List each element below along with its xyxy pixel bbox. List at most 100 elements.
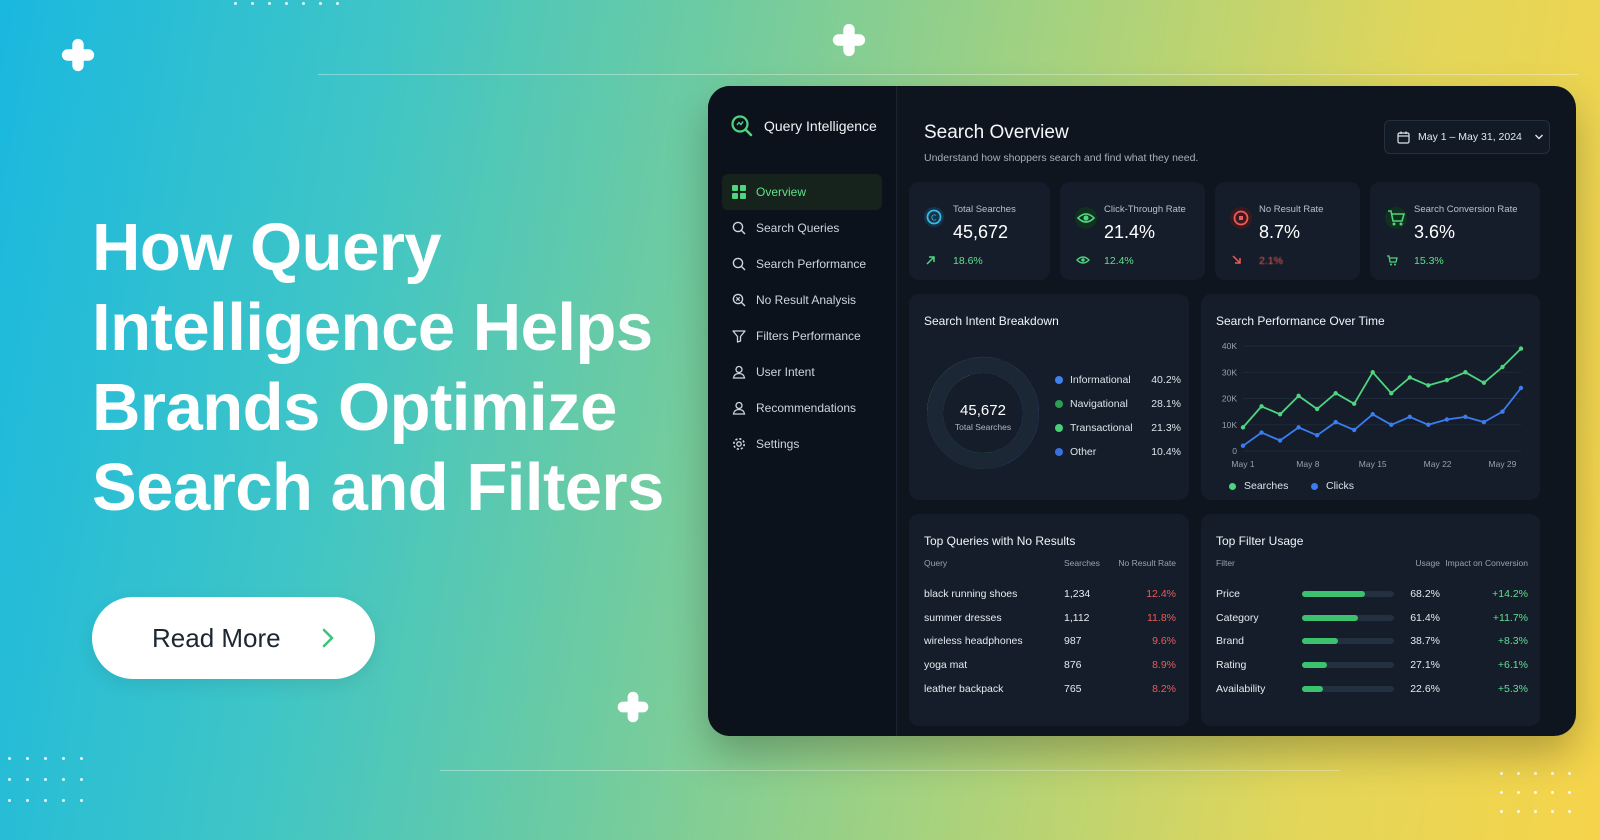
- kpi-card-total-searches[interactable]: C Total Searches 45,672 18.6%: [909, 182, 1050, 280]
- dot-pattern: [8, 757, 83, 802]
- x-tick-label: May 1: [1231, 459, 1254, 469]
- table-row[interactable]: black running shoes 1,234 12.4%: [924, 582, 1176, 606]
- kpi-card-search-conversion-rate[interactable]: Search Conversion Rate 3.6% 15.3%: [1370, 182, 1540, 280]
- usage-cell: 27.1%: [1410, 659, 1440, 672]
- query-cell: leather backpack: [924, 683, 1004, 696]
- card-title: Search Intent Breakdown: [924, 314, 1059, 328]
- date-range-picker[interactable]: May 1 – May 31, 2024: [1384, 120, 1550, 154]
- table-row[interactable]: Rating 27.1% +6.1%: [1216, 653, 1528, 677]
- rate-cell: 11.8%: [1147, 611, 1176, 624]
- data-point-clicks: [1240, 443, 1246, 448]
- data-point-searches: [1352, 401, 1357, 406]
- app-name: Query Intelligence: [764, 118, 877, 134]
- query-cell: black running shoes: [924, 587, 1018, 600]
- card-title: Top Filter Usage: [1216, 534, 1304, 548]
- data-point-searches: [1333, 391, 1338, 396]
- sidebar-item-settings[interactable]: Settings: [722, 426, 882, 462]
- trend-up-icon: [926, 256, 935, 265]
- legend-dot: [1055, 376, 1063, 384]
- kpi-change: 18.6%: [953, 255, 983, 267]
- impact-cell: +8.3%: [1497, 635, 1528, 648]
- query-cell: summer dresses: [924, 611, 1002, 624]
- legend-item: Other 10.4%: [1055, 446, 1181, 458]
- y-tick-label: 30K: [1222, 367, 1237, 377]
- legend-dot: [1311, 482, 1318, 490]
- sidebar-item-search-performance[interactable]: Search Performance: [722, 246, 882, 282]
- data-point-clicks: [1426, 422, 1431, 427]
- x-tick-label: May 8: [1296, 459, 1319, 469]
- decorative-line: [318, 74, 1578, 75]
- table-row[interactable]: leather backpack 765 8.2%: [924, 677, 1176, 701]
- dot-pattern: [1500, 772, 1571, 813]
- searches-cell: 765: [1064, 683, 1082, 696]
- table-row[interactable]: summer dresses 1,112 11.8%: [924, 606, 1176, 630]
- hero-headline: How Query Intelligence Helps Brands Opti…: [92, 208, 692, 528]
- chevron-right-icon: [322, 628, 333, 648]
- table-header: Query Searches No Result Rate: [924, 558, 1176, 574]
- legend-label: Navigational: [1070, 398, 1128, 410]
- legend-label: Clicks: [1326, 480, 1354, 492]
- usage-bar-fill: [1302, 590, 1365, 597]
- data-point-searches: [1389, 391, 1394, 396]
- rate-cell: 8.9%: [1152, 659, 1176, 672]
- kpi-card-click-through-rate[interactable]: Click-Through Rate 21.4% 12.4%: [1060, 182, 1205, 280]
- kpi-card-no-result-rate[interactable]: No Result Rate 8.7% 2.1%: [1215, 182, 1360, 280]
- y-tick-label: 10K: [1222, 420, 1237, 430]
- sidebar-item-overview[interactable]: Overview: [722, 174, 882, 210]
- legend-label: Searches: [1244, 480, 1289, 492]
- sidebar-nav: Overview Search Queries Search Performan…: [722, 174, 882, 462]
- data-point-clicks: [1444, 417, 1450, 422]
- legend-value: 21.3%: [1151, 422, 1181, 434]
- table-row[interactable]: Price 68.2% +14.2%: [1216, 582, 1528, 606]
- table-row[interactable]: Brand 38.7% +8.3%: [1216, 630, 1528, 654]
- impact-cell: +14.2%: [1492, 587, 1528, 600]
- kpi-label: No Result Rate: [1259, 204, 1324, 215]
- donut-center-label: Total Searches: [955, 422, 1011, 432]
- read-more-label: Read More: [152, 622, 281, 653]
- data-point-searches: [1500, 364, 1505, 370]
- query-cell: wireless headphones: [924, 635, 1023, 648]
- query-logo-icon: [731, 115, 753, 137]
- sidebar-item-user-intent[interactable]: User Intent: [722, 354, 882, 390]
- usage-bar-fill: [1302, 662, 1327, 669]
- y-tick-label: 40K: [1222, 341, 1237, 351]
- data-point-clicks: [1370, 412, 1375, 417]
- table-row[interactable]: wireless headphones 987 9.6%: [924, 630, 1176, 654]
- y-tick-label: 20K: [1222, 394, 1237, 404]
- data-point-clicks: [1518, 385, 1524, 391]
- legend-item: Searches: [1229, 480, 1288, 492]
- gear-icon: [733, 438, 745, 450]
- impact-cell: +5.3%: [1497, 683, 1528, 696]
- data-point-searches: [1463, 370, 1468, 375]
- data-point-clicks: [1500, 409, 1505, 414]
- usage-bar: [1302, 590, 1394, 597]
- filter-usage-card: Top Filter Usage Filter Usage Impact on …: [1201, 514, 1540, 726]
- sidebar-item-search-queries[interactable]: Search Queries: [722, 210, 882, 246]
- table-row[interactable]: Category 61.4% +11.7%: [1216, 606, 1528, 630]
- read-more-button[interactable]: Read More: [92, 597, 375, 679]
- legend-dot: [1229, 482, 1236, 490]
- headline-line: Intelligence Helps: [92, 290, 653, 365]
- table-row[interactable]: Availability 22.6% +5.3%: [1216, 677, 1528, 701]
- usage-bar: [1302, 686, 1394, 693]
- series-line-clicks: [1242, 387, 1522, 447]
- no-results-table: Query Searches No Result Rate black runn…: [924, 558, 1176, 701]
- data-point-clicks: [1352, 427, 1357, 433]
- sidebar-item-filters-performance[interactable]: Filters Performance: [722, 318, 882, 354]
- headline-line: Brands Optimize: [92, 370, 617, 445]
- data-point-searches: [1370, 370, 1375, 375]
- column-header: Filter: [1216, 558, 1235, 568]
- kpi-value: 8.7%: [1259, 222, 1301, 242]
- searches-cell: 1,234: [1064, 587, 1091, 600]
- sidebar-item-recommendations[interactable]: Recommendations: [722, 390, 882, 426]
- sidebar-item-no-result-analysis[interactable]: No Result Analysis: [722, 282, 882, 318]
- impact-cell: +11.7%: [1492, 611, 1528, 624]
- main-content: Search Overview Understand how shoppers …: [896, 86, 1576, 736]
- chevron-down-icon: [1534, 134, 1543, 140]
- card-title: Top Queries with No Results: [924, 534, 1076, 548]
- data-point-clicks: [1277, 438, 1283, 443]
- usage-cell: 38.7%: [1410, 635, 1440, 648]
- app-brand[interactable]: Query Intelligence: [730, 114, 877, 138]
- table-row[interactable]: yoga mat 876 8.9%: [924, 653, 1176, 677]
- data-point-clicks: [1314, 433, 1320, 438]
